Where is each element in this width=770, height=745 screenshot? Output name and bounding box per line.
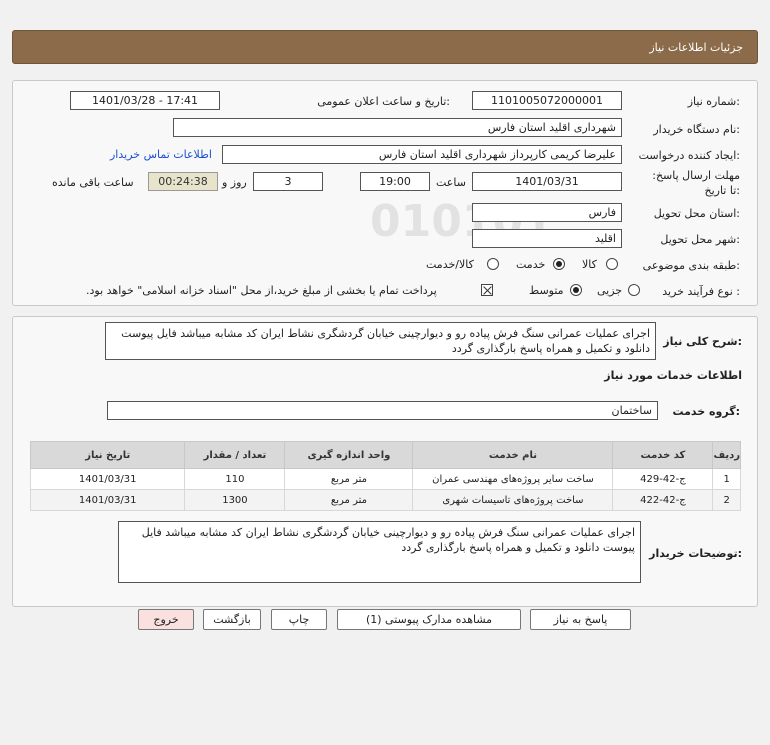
category-option-goods: کالا	[582, 258, 597, 271]
payment-checkbox[interactable]	[481, 284, 493, 296]
deadline-date-field[interactable]: 1401/03/31	[472, 172, 622, 191]
cell-row: 1	[712, 468, 741, 490]
category-label: طبقه بندی موضوعی:	[642, 259, 740, 272]
process-radio-minor[interactable]	[628, 284, 640, 296]
cell-qty: 1300	[184, 489, 286, 511]
cell-code: ج-42-429	[612, 468, 714, 490]
reply-button[interactable]: پاسخ به نیاز	[530, 609, 631, 630]
remaining-label: ساعت باقی مانده	[52, 176, 134, 189]
process-option-minor: جزیی	[597, 284, 623, 297]
province-label: استان محل تحویل:	[653, 207, 740, 220]
cell-name: ساخت سایر پروژه‌های مهندسی عمران	[412, 468, 614, 490]
payment-note: پرداخت تمام یا بخشی از مبلغ خرید،از محل …	[86, 284, 437, 297]
process-label: نوع فرآیند خرید :	[662, 285, 740, 298]
category-option-service: خدمت	[516, 258, 546, 271]
cell-unit: متر مربع	[284, 489, 414, 511]
info-panel	[12, 80, 758, 306]
category-radio-goods-service[interactable]	[487, 258, 499, 270]
buyer-notes-text[interactable]: اجرای عملیات عمرانی سنگ فرش پیاده رو و د…	[118, 521, 641, 583]
category-radio-goods[interactable]	[606, 258, 618, 270]
exit-button[interactable]: خروج	[138, 609, 194, 630]
service-group-field[interactable]: ساختمان	[107, 401, 658, 420]
cell-date: 1401/03/31	[29, 468, 186, 490]
creator-field[interactable]: علیرضا کریمی کارپرداز شهرداری اقلید استا…	[222, 145, 622, 164]
col-qty-header: تعداد / مقدار	[184, 441, 286, 469]
col-unit-header: واحد اندازه گیری	[284, 441, 414, 469]
table-header-row: ردیف کد خدمت نام خدمت واحد اندازه گیری ت…	[29, 441, 741, 469]
services-section-title: اطلاعات خدمات مورد نیاز	[604, 369, 742, 382]
city-label: شهر محل تحویل:	[660, 233, 740, 246]
table-row[interactable]: 1 ج-42-429 ساخت سایر پروژه‌های مهندسی عم…	[29, 468, 741, 490]
cell-unit: متر مربع	[284, 468, 414, 490]
announce-label: تاریخ و ساعت اعلان عمومی:	[317, 95, 450, 108]
buyer-org-field[interactable]: شهرداری اقلید استان فارس	[173, 118, 622, 137]
cell-date: 1401/03/31	[29, 489, 186, 511]
deadline-time-field[interactable]: 19:00	[360, 172, 430, 191]
city-field[interactable]: اقلید	[472, 229, 622, 248]
col-date-header: تاریخ نیاز	[29, 441, 186, 469]
need-number-label: شماره نیاز:	[687, 95, 740, 108]
cell-name: ساخت پروژه‌های تاسیسات شهری	[412, 489, 614, 511]
remaining-time-field: 00:24:38	[148, 172, 218, 191]
deadline-label: مهلت ارسال پاسخ: تا تاریخ:	[652, 169, 740, 197]
attachments-button[interactable]: مشاهده مدارک پیوستی (1)	[337, 609, 521, 630]
contact-link[interactable]: اطلاعات تماس خریدار	[110, 148, 212, 161]
category-option-goods-service: کالا/خدمت	[426, 258, 474, 271]
cell-qty: 110	[184, 468, 286, 490]
col-row-header: ردیف	[712, 441, 741, 469]
print-button[interactable]: چاپ	[271, 609, 327, 630]
buyer-notes-label: توضیحات خریدار:	[649, 547, 742, 560]
process-option-medium: متوسط	[529, 284, 564, 297]
description-label: شرح کلی نیاز:	[663, 335, 742, 348]
days-label: روز و	[222, 176, 247, 189]
announce-field[interactable]: 1401/03/28 - 17:41	[70, 91, 220, 110]
time-label: ساعت	[436, 176, 466, 189]
col-name-header: نام خدمت	[412, 441, 614, 469]
back-button[interactable]: بازگشت	[203, 609, 261, 630]
page-title: جزئیات اطلاعات نیاز	[649, 41, 743, 54]
process-radio-medium[interactable]	[570, 284, 582, 296]
category-radio-service[interactable]	[553, 258, 565, 270]
service-group-label: گروه خدمت:	[672, 405, 740, 418]
province-field[interactable]: فارس	[472, 203, 622, 222]
table-row[interactable]: 2 ج-42-422 ساخت پروژه‌های تاسیسات شهری م…	[29, 489, 741, 511]
days-field[interactable]: 3	[253, 172, 323, 191]
creator-label: ایجاد کننده درخواست:	[638, 149, 740, 162]
cell-code: ج-42-422	[612, 489, 714, 511]
page-header: جزئیات اطلاعات نیاز	[12, 30, 758, 64]
need-number-field[interactable]: 1101005072000001	[472, 91, 622, 110]
description-text[interactable]: اجرای عملیات عمرانی سنگ فرش پیاده رو و د…	[105, 322, 656, 360]
col-code-header: کد خدمت	[612, 441, 714, 469]
buyer-org-label: نام دستگاه خریدار:	[653, 123, 740, 136]
services-table: ردیف کد خدمت نام خدمت واحد اندازه گیری ت…	[29, 441, 741, 511]
cell-row: 2	[712, 489, 741, 511]
